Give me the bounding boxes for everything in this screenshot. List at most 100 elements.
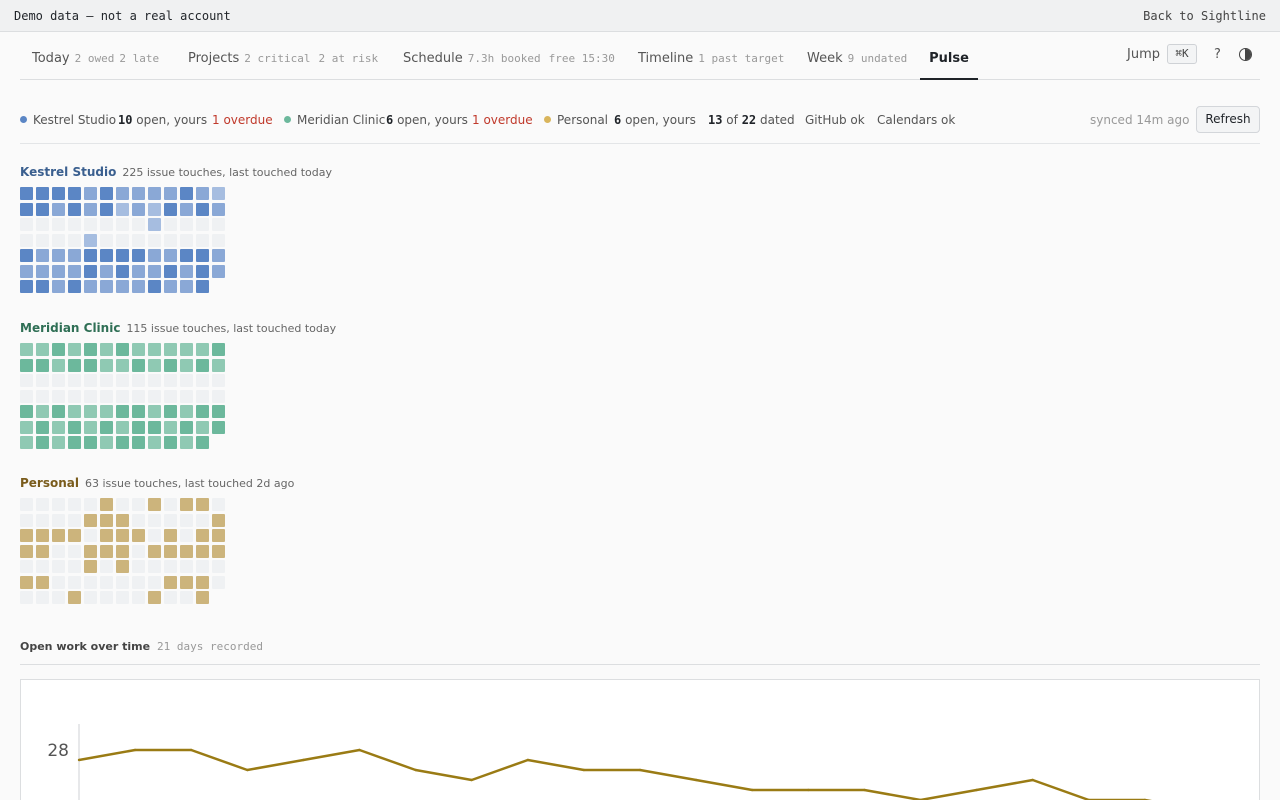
heatmap-cell bbox=[52, 560, 65, 573]
heatmap-cell bbox=[68, 218, 81, 231]
open-work-title: Open work over time bbox=[20, 640, 151, 653]
status-personal-name: Personal bbox=[557, 113, 609, 127]
project-kestrel: Kestrel Studio 225 issue touches, last to… bbox=[20, 165, 332, 293]
heatmap-cell bbox=[148, 575, 161, 589]
tab-today-label: Today bbox=[32, 51, 70, 66]
heatmap-cell bbox=[132, 591, 145, 604]
status-meridian-overdue: 1 overdue bbox=[472, 113, 533, 127]
heatmap-cell bbox=[100, 280, 113, 293]
heatmap-cell bbox=[52, 249, 65, 262]
data-point bbox=[863, 788, 866, 792]
heatmap-cell bbox=[212, 389, 225, 403]
heatmap-cell bbox=[52, 374, 65, 387]
heatmap-cell bbox=[132, 202, 145, 216]
heatmap-cell bbox=[148, 405, 161, 418]
heatmap-cell bbox=[180, 513, 193, 527]
heatmap-cell bbox=[196, 513, 209, 527]
heatmap-cell bbox=[148, 513, 161, 527]
heatmap-cell bbox=[164, 436, 177, 449]
heatmap-cell bbox=[164, 513, 177, 527]
heatmap-cell bbox=[212, 405, 225, 418]
heatmap-cell bbox=[164, 233, 177, 247]
heatmap-cell bbox=[180, 280, 193, 293]
tab-schedule-booked: 7.3h booked bbox=[467, 52, 541, 65]
heatmap-cell bbox=[116, 280, 129, 293]
heatmap-cell bbox=[164, 187, 177, 200]
heatmap-cell bbox=[36, 575, 49, 589]
project-personal: Personal 63 issue touches, last touched 2… bbox=[20, 476, 294, 604]
heatmap-cell bbox=[52, 436, 65, 449]
heatmap-cell bbox=[52, 544, 65, 558]
heatmap-cell bbox=[100, 405, 113, 418]
contrast-icon[interactable] bbox=[1239, 48, 1252, 61]
kestrel-open-count: 10 bbox=[118, 113, 133, 127]
heatmap-cell bbox=[164, 405, 177, 418]
personal-open-count: 6 bbox=[614, 113, 622, 127]
refresh-button[interactable]: Refresh bbox=[1196, 106, 1260, 133]
jump-button[interactable]: Jump bbox=[1127, 47, 1160, 62]
synced-time: synced 14m ago bbox=[1090, 113, 1190, 127]
heatmap-cell bbox=[52, 202, 65, 216]
tab-timeline[interactable]: Timeline 1 past target bbox=[638, 32, 784, 80]
heatmap-cell bbox=[132, 498, 145, 511]
project-meta: 225 issue touches, last touched today bbox=[122, 166, 332, 179]
heatmap-cell bbox=[68, 436, 81, 449]
status-bar: Kestrel Studio 10 open, yours 1 overdue … bbox=[20, 104, 1260, 144]
heatmap-cell bbox=[132, 405, 145, 418]
tab-pulse[interactable]: Pulse bbox=[920, 32, 978, 80]
heatmap-cell bbox=[20, 513, 33, 527]
demo-banner: Demo data — not a real account Back to S… bbox=[0, 0, 1280, 32]
dated-of: of bbox=[726, 113, 738, 127]
heatmap-cell bbox=[100, 218, 113, 231]
tab-today-late: 2 late bbox=[119, 52, 160, 65]
heatmap-cell bbox=[68, 544, 81, 558]
heatmap-cell bbox=[20, 280, 33, 293]
heatmap-cell bbox=[100, 529, 113, 542]
heatmap-cell bbox=[164, 202, 177, 216]
status-meridian-name: Meridian Clinic bbox=[297, 113, 386, 127]
heatmap-cell bbox=[84, 358, 97, 372]
heatmap-cell bbox=[148, 498, 161, 511]
tab-schedule[interactable]: Schedule 7.3h booked free 15:30 bbox=[403, 32, 615, 80]
heatmap-cell bbox=[180, 498, 193, 511]
heatmap-cell bbox=[52, 389, 65, 403]
tab-pulse-label: Pulse bbox=[929, 51, 969, 66]
heatmap-cell bbox=[20, 498, 33, 511]
heatmap-cell bbox=[84, 249, 97, 262]
jump-shortcut-badge: ⌘K bbox=[1167, 44, 1197, 64]
heatmap-cell bbox=[132, 575, 145, 589]
tab-projects[interactable]: Projects 2 critical 2 at risk bbox=[188, 32, 378, 80]
kestrel-overdue-label: overdue bbox=[223, 113, 273, 127]
tab-schedule-free: free 15:30 bbox=[548, 52, 615, 65]
tab-today[interactable]: Today 2 owed 2 late bbox=[32, 32, 159, 80]
data-point bbox=[807, 788, 810, 792]
tab-schedule-label: Schedule bbox=[403, 51, 463, 66]
status-dated: 13 of 22 dated bbox=[708, 113, 795, 127]
heatmap-cell bbox=[212, 202, 225, 216]
tab-today-owed: 2 owed bbox=[74, 52, 115, 65]
data-point bbox=[302, 758, 305, 762]
help-button[interactable]: ? bbox=[1214, 47, 1221, 62]
heatmap-cell bbox=[148, 544, 161, 558]
heatmap-cell bbox=[132, 544, 145, 558]
heatmap-cell bbox=[132, 529, 145, 542]
tab-week-undated: 9 undated bbox=[847, 52, 908, 65]
heatmap-cell bbox=[68, 389, 81, 403]
meridian-overdue-count: 1 bbox=[472, 113, 480, 127]
heatmap-cell bbox=[212, 187, 225, 200]
heatmap-cell bbox=[36, 436, 49, 449]
data-point bbox=[246, 768, 249, 772]
heatmap-cell bbox=[20, 249, 33, 262]
heatmap-cell bbox=[52, 280, 65, 293]
github-status: GitHub ok bbox=[805, 113, 865, 127]
heatmap-cell bbox=[52, 591, 65, 604]
data-point bbox=[133, 748, 137, 752]
heatmap-cell bbox=[196, 389, 209, 403]
data-point bbox=[582, 768, 586, 772]
back-to-sightline-link[interactable]: Back to Sightline bbox=[1143, 9, 1266, 23]
status-personal-open: 6 open, yours bbox=[614, 113, 696, 127]
tab-timeline-label: Timeline bbox=[638, 51, 694, 66]
heatmap-cell bbox=[52, 498, 65, 511]
heatmap-cell bbox=[148, 591, 161, 604]
tab-week[interactable]: Week 9 undated bbox=[807, 32, 907, 80]
